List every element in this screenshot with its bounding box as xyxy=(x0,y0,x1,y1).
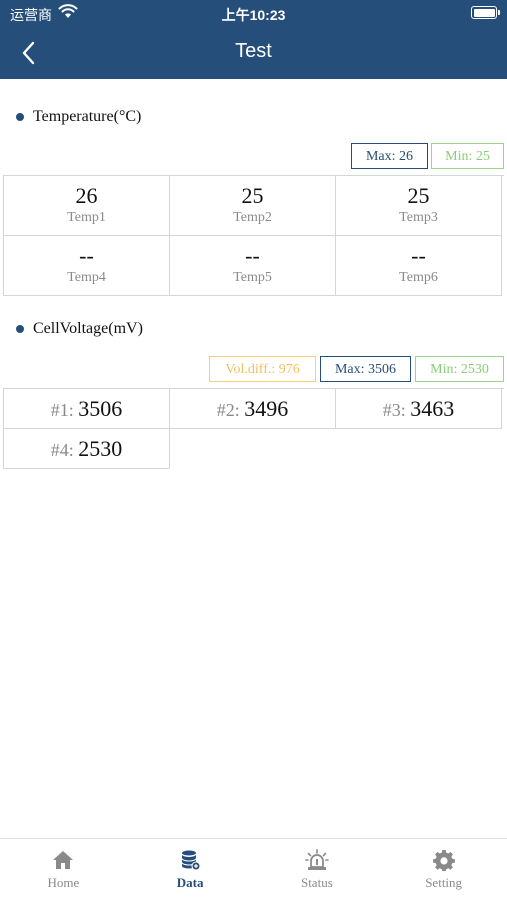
voltage-diff-badge: Vol.diff.: 976 xyxy=(209,356,316,382)
voltage-cell: #4: 2530 xyxy=(4,429,170,469)
voltage-grid: #1: 3506 #2: 3496 #3: 3463 #4: 2530 xyxy=(3,388,504,469)
bullet-dot xyxy=(16,325,24,333)
battery-icon xyxy=(471,6,500,19)
cell-voltage-value: 3496 xyxy=(244,396,289,421)
tab-bar: Home Data Status Setting xyxy=(0,838,507,901)
cell-voltage-value: 2530 xyxy=(78,436,123,461)
tab-label: Status xyxy=(300,875,333,890)
cell-voltage-value: 3463 xyxy=(410,396,455,421)
tab-home[interactable]: Home xyxy=(0,839,127,901)
temp-label: Temp1 xyxy=(67,210,106,225)
tab-label: Home xyxy=(47,875,80,890)
alarm-icon xyxy=(305,849,329,870)
temp-label: Temp6 xyxy=(399,270,438,285)
temp-value: -- xyxy=(245,243,260,268)
temp-value: 26 xyxy=(75,183,98,208)
voltage-cell: #1: 3506 xyxy=(4,389,170,429)
temperature-label: Temperature(°C) xyxy=(33,108,142,125)
tab-label: Setting xyxy=(425,875,463,890)
temp-value: -- xyxy=(79,243,94,268)
temp-label: Temp3 xyxy=(399,210,438,225)
temperature-section-label: Temperature(°C) xyxy=(16,108,141,126)
database-icon xyxy=(181,850,201,871)
temp-cell: -- Temp6 xyxy=(336,236,502,296)
cell-number: #2: xyxy=(216,400,245,420)
temp-label: Temp4 xyxy=(67,270,106,285)
temp-cell: 26 Temp1 xyxy=(4,176,170,236)
cell-number: #3: xyxy=(382,400,411,420)
voltage-max-badge: Max: 3506 xyxy=(320,356,411,382)
home-icon xyxy=(53,851,74,869)
temperature-grid: 26 Temp1 25 Temp2 25 Temp3 -- Temp4 -- Temp5 … xyxy=(3,175,504,296)
temperature-min-badge: Min: 25 xyxy=(431,143,504,169)
temperature-max-badge: Max: 26 xyxy=(351,143,428,169)
voltage-label: CellVoltage(mV) xyxy=(33,320,143,337)
temp-cell: -- Temp5 xyxy=(170,236,336,296)
bullet-dot xyxy=(16,113,24,121)
gear-icon xyxy=(432,850,455,871)
temp-cell: 25 Temp2 xyxy=(170,176,336,236)
cell-number: #4: xyxy=(50,440,79,460)
temp-value: 25 xyxy=(407,183,430,208)
temp-value: -- xyxy=(411,243,426,268)
status-time: 上午10:23 xyxy=(221,7,286,23)
page-title: Test xyxy=(235,40,272,62)
tab-label: Data xyxy=(176,875,204,890)
tab-status[interactable]: Status xyxy=(254,839,381,901)
temp-label: Temp5 xyxy=(233,270,272,285)
app-header: 运营商 上午10:23 Test xyxy=(0,0,507,79)
voltage-min-badge: Min: 2530 xyxy=(415,356,504,382)
voltage-cell: #2: 3496 xyxy=(170,389,336,429)
status-bar: 运营商 上午10:23 xyxy=(0,0,507,28)
temp-cell: -- Temp4 xyxy=(4,236,170,296)
temp-label: Temp2 xyxy=(233,210,272,225)
tab-data[interactable]: Data xyxy=(127,839,254,901)
voltage-cell: #3: 3463 xyxy=(336,389,502,429)
temp-value: 25 xyxy=(241,183,264,208)
cell-voltage-value: 3506 xyxy=(78,396,123,421)
tab-setting[interactable]: Setting xyxy=(380,839,507,901)
voltage-section-label: CellVoltage(mV) xyxy=(16,320,143,338)
cell-number: #1: xyxy=(50,400,79,420)
temp-cell: 25 Temp3 xyxy=(336,176,502,236)
